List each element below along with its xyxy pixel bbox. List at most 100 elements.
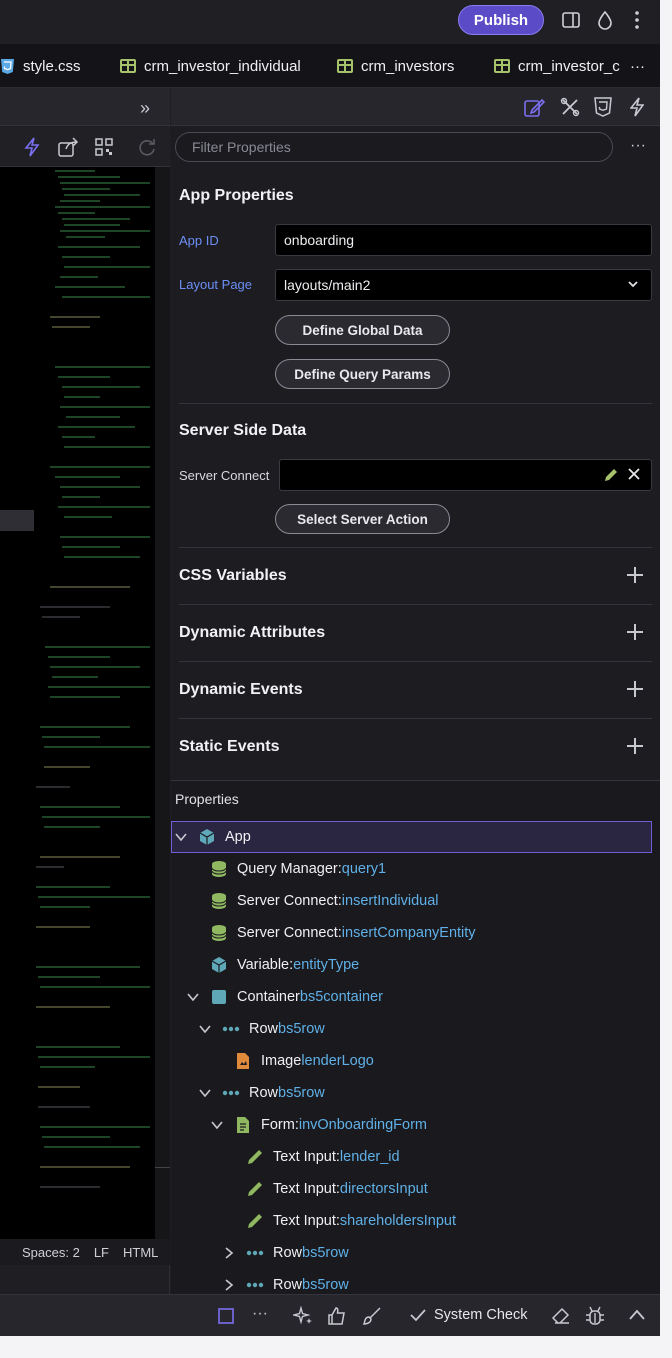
divider — [179, 661, 652, 662]
add-dynamic-attribute-icon[interactable] — [626, 623, 644, 641]
add-static-event-icon[interactable] — [626, 737, 644, 755]
tree-node-image[interactable]: Image lenderLogo — [234, 1046, 374, 1076]
tree-node-container[interactable]: Container bs5container — [186, 982, 383, 1012]
eraser-icon[interactable] — [551, 1306, 571, 1331]
tab-crm-investors[interactable]: crm_investors — [337, 44, 454, 88]
filter-options-button[interactable]: ··· — [630, 137, 646, 155]
add-dynamic-event-icon[interactable] — [626, 680, 644, 698]
tree-node-row[interactable]: Row bs5row — [222, 1238, 349, 1268]
tab-overflow-button[interactable]: ··· — [630, 44, 645, 88]
refresh-icon[interactable] — [137, 137, 157, 162]
publish-button[interactable]: Publish — [458, 5, 544, 35]
divider — [179, 604, 652, 605]
droplet-icon[interactable] — [597, 10, 613, 35]
chevron-down-icon — [627, 277, 639, 294]
tree-node-variable[interactable]: Variable: entityType — [210, 950, 359, 980]
chevron-down-icon[interactable] — [186, 990, 200, 1004]
properties-heading: Properties — [175, 791, 239, 807]
tree-node-row[interactable]: Row bs5row — [198, 1014, 325, 1044]
tree-node-type: Server Connect: — [237, 925, 342, 941]
tree-node-server-connect[interactable]: Server Connect: insertCompanyEntity — [210, 918, 476, 948]
editor-scrollbar[interactable] — [155, 167, 170, 1239]
define-global-data-button[interactable]: Define Global Data — [275, 315, 450, 345]
css3-icon[interactable] — [594, 97, 612, 122]
title-bar: Publish — [0, 0, 660, 44]
kebab-menu-icon[interactable] — [633, 10, 641, 35]
app-id-field[interactable]: onboarding — [275, 224, 652, 256]
chevron-right-icon[interactable] — [222, 1278, 236, 1292]
system-check-button[interactable]: System Check — [434, 1307, 527, 1323]
tree-node-value: lender_id — [339, 1149, 400, 1165]
indentation-status[interactable]: Spaces: 2 — [22, 1245, 80, 1260]
split-view-icon[interactable] — [562, 11, 580, 34]
tree-node-server-connect[interactable]: Server Connect: insertIndividual — [210, 886, 439, 916]
tree-node-text-input[interactable]: Text Input: directorsInput — [246, 1174, 428, 1204]
select-server-action-button[interactable]: Select Server Action — [275, 504, 450, 534]
tree-node-row[interactable]: Row bs5row — [198, 1078, 325, 1108]
edit-properties-icon[interactable] — [524, 97, 546, 122]
lightning-icon[interactable] — [629, 97, 645, 122]
brush-icon[interactable] — [362, 1306, 382, 1331]
divider — [179, 547, 652, 548]
tab-label: crm_investor_c — [518, 57, 620, 75]
chevron-down-icon[interactable] — [198, 1086, 212, 1100]
thumbs-up-icon[interactable] — [327, 1306, 347, 1331]
tree-node-query-manager[interactable]: Query Manager: query1 — [210, 854, 386, 884]
share-icon[interactable] — [58, 137, 80, 162]
properties-toolbar — [171, 88, 661, 126]
define-query-params-button[interactable]: Define Query Params — [275, 359, 450, 389]
language-status[interactable]: HTML — [123, 1245, 158, 1260]
css-file-icon — [1, 58, 14, 74]
tree-node-text-input[interactable]: Text Input: shareholdersInput — [246, 1206, 456, 1236]
tree-node-app[interactable]: App — [174, 822, 251, 852]
line-ending-status[interactable]: LF — [94, 1245, 109, 1260]
chevron-down-icon[interactable] — [174, 830, 188, 844]
editor-toolbar: » — [0, 88, 170, 126]
tree-node-value: bs5row — [302, 1277, 349, 1293]
more-options-button[interactable]: ··· — [252, 1305, 268, 1323]
sparkles-icon[interactable] — [291, 1305, 313, 1331]
chevron-up-icon[interactable] — [628, 1308, 646, 1327]
layout-page-select[interactable]: layouts/main2 — [275, 269, 652, 301]
pencil-icon — [248, 1150, 262, 1164]
chevron-right-icon[interactable] — [222, 1246, 236, 1260]
tree-node-form[interactable]: Form: invOnboardingForm — [210, 1110, 427, 1140]
row-dots-icon — [246, 1282, 264, 1288]
bug-icon[interactable] — [585, 1305, 605, 1332]
tree-node-label: App — [225, 829, 251, 845]
expand-panels-icon[interactable]: » — [140, 98, 150, 119]
tree-node-type: Row — [273, 1245, 303, 1261]
tree-node-value: bs5row — [278, 1085, 325, 1101]
lightning-icon[interactable] — [24, 137, 40, 162]
square-select-icon[interactable] — [218, 1308, 234, 1329]
divider — [179, 403, 652, 404]
dynamic-attributes-heading[interactable]: Dynamic Attributes — [179, 624, 325, 642]
server-connect-label: Server Connect — [179, 468, 270, 483]
css-variables-heading[interactable]: CSS Variables — [179, 567, 287, 585]
editor-actions-toolbar — [0, 127, 170, 167]
checkmark-icon — [410, 1308, 426, 1327]
tab-crm-investor-individual[interactable]: crm_investor_individual — [120, 44, 301, 88]
chevron-down-icon[interactable] — [198, 1022, 212, 1036]
form-document-icon — [237, 1117, 249, 1133]
tree-node-value: directorsInput — [339, 1181, 428, 1197]
container-square-icon — [212, 990, 226, 1004]
tree-node-text-input[interactable]: Text Input: lender_id — [246, 1142, 400, 1172]
dynamic-events-heading[interactable]: Dynamic Events — [179, 681, 303, 699]
pencil-icon[interactable] — [603, 467, 619, 486]
close-icon[interactable] — [627, 467, 641, 484]
editor-tab-bar: style.css crm_investor_individual crm_in… — [0, 44, 660, 88]
row-dots-icon — [246, 1250, 264, 1256]
tools-icon[interactable] — [560, 97, 580, 122]
add-css-variable-icon[interactable] — [626, 566, 644, 584]
table-icon — [337, 59, 353, 73]
tree-node-type: Query Manager: — [237, 861, 342, 877]
server-connect-field[interactable] — [279, 459, 652, 491]
tab-style-css[interactable]: style.css — [0, 44, 81, 88]
static-events-heading[interactable]: Static Events — [179, 738, 279, 756]
qr-code-icon[interactable] — [95, 138, 113, 161]
tree-node-value: insertCompanyEntity — [341, 925, 476, 941]
tab-crm-investor-c[interactable]: crm_investor_c — [494, 44, 624, 88]
chevron-down-icon[interactable] — [210, 1118, 224, 1132]
filter-properties-input[interactable]: Filter Properties — [175, 132, 613, 162]
